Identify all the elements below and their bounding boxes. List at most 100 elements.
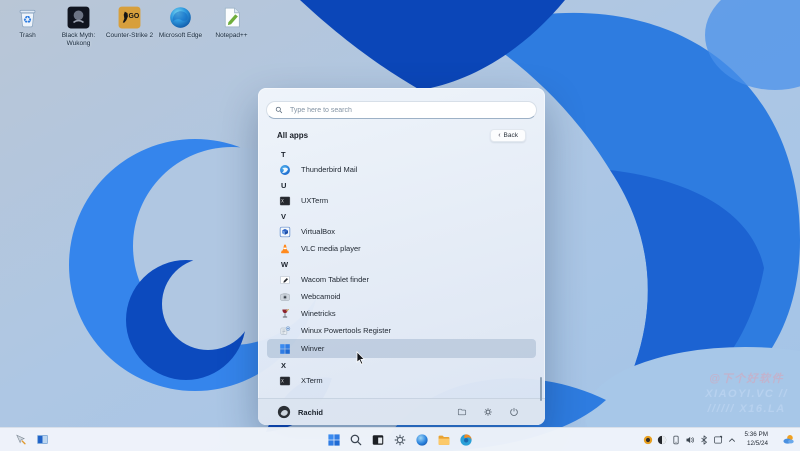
app-item-label: Winux Powertools Register — [301, 326, 392, 335]
app-item-winver[interactable]: Winver — [267, 339, 536, 358]
section-letter-w[interactable]: W — [267, 257, 536, 271]
windows-11-desktop: ♻ Trash Black Myth: Wukong GO Counter-Strike… — [0, 0, 800, 451]
desktop-icon-label: Trash — [19, 32, 36, 39]
app-item-label: Thunderbird Mail — [301, 165, 358, 174]
app-item-vlc-media-player[interactable]: VLC media player — [267, 240, 536, 257]
desktop-icon-black-myth-wukong[interactable]: Black Myth: Wukong — [53, 5, 104, 48]
back-button-label: Back — [503, 132, 518, 139]
taskbar-left — [14, 428, 49, 451]
desktop-icon-label: Counter-Strike 2 — [105, 32, 154, 39]
start-footer-icons — [457, 407, 519, 417]
wacom-tablet-icon — [279, 274, 291, 286]
edge-sphere-icon — [415, 433, 429, 447]
phone-link-icon[interactable] — [671, 435, 681, 445]
browser-button[interactable] — [458, 432, 474, 448]
microsoft-edge-icon — [168, 5, 193, 30]
start-menu-footer: Rachid — [258, 398, 545, 425]
app-item-wacom-tablet-finder[interactable]: Wacom Tablet finder — [267, 271, 536, 288]
xterm-icon: X — [279, 375, 291, 387]
system-tray: 5:36 PM 12/5/24 — [643, 428, 795, 451]
virtual-desktop-icon[interactable] — [36, 433, 49, 446]
chevron-up-icon[interactable] — [727, 435, 737, 445]
app-item-label: XTerm — [301, 376, 323, 385]
search-icon — [349, 433, 363, 447]
user-profile-button[interactable]: Rachid — [277, 405, 323, 419]
winetricks-icon — [279, 308, 291, 320]
app-item-label: UXTerm — [301, 196, 329, 205]
svg-text:♻: ♻ — [23, 15, 32, 26]
start-button[interactable] — [326, 432, 342, 448]
tray-dark-app-icon[interactable] — [657, 435, 667, 445]
start-search-box[interactable] — [266, 101, 537, 119]
taskbar-center — [326, 428, 474, 451]
app-item-label: Wacom Tablet finder — [301, 275, 369, 284]
section-letter-x[interactable]: X — [267, 358, 536, 372]
taskbar: 5:36 PM 12/5/24 — [0, 427, 800, 451]
volume-icon[interactable] — [685, 435, 695, 445]
section-letter-t[interactable]: T — [267, 147, 536, 161]
desktop-icon-label: Microsoft Edge — [158, 32, 203, 39]
search-input[interactable] — [288, 105, 528, 115]
all-apps-title: All apps — [277, 131, 309, 140]
app-item-winux-powertools-register[interactable]: Winux Powertools Register — [267, 322, 536, 339]
settings-button[interactable] — [392, 432, 408, 448]
all-apps-list: T Thunderbird Mail U X UXTerm V VirtualBox VLC … — [265, 147, 542, 401]
settings-gear-icon — [393, 433, 407, 447]
edge-button[interactable] — [414, 432, 430, 448]
webcamoid-icon — [279, 291, 291, 303]
desktop-icon-label: Notepad++ — [215, 32, 248, 39]
desktop-icon-trash[interactable]: ♻ Trash — [2, 5, 53, 48]
svg-text:GO: GO — [129, 13, 140, 20]
desktop-icon-microsoft-edge[interactable]: Microsoft Edge — [155, 5, 206, 48]
section-letter-v[interactable]: V — [267, 209, 536, 223]
winux-powertools-icon — [279, 325, 291, 337]
terminal-button[interactable] — [370, 432, 386, 448]
bluetooth-icon[interactable] — [699, 434, 709, 445]
app-item-thunderbird-mail[interactable]: Thunderbird Mail — [267, 161, 536, 178]
app-item-label: Webcamoid — [301, 292, 341, 301]
app-item-label: VirtualBox — [301, 227, 336, 236]
app-item-uxterm[interactable]: X UXTerm — [267, 192, 536, 209]
tray-orange-app-icon[interactable] — [643, 435, 653, 445]
file-explorer-button[interactable] — [436, 432, 452, 448]
notepad-plus-plus-icon — [219, 5, 244, 30]
thunderbird-icon — [279, 164, 291, 176]
desktop-icons: ♻ Trash Black Myth: Wukong GO Counter-Strike… — [2, 5, 257, 48]
back-button[interactable]: ‹ Back — [490, 129, 526, 142]
app-item-label: VLC media player — [301, 244, 361, 253]
windows-logo-icon — [327, 433, 341, 447]
recycle-bin-icon: ♻ — [15, 5, 40, 30]
windows-logo-icon — [279, 343, 291, 355]
section-letter-u[interactable]: U — [267, 178, 536, 192]
app-item-webcamoid[interactable]: Webcamoid — [267, 288, 536, 305]
taskbar-clock[interactable]: 5:36 PM 12/5/24 — [745, 431, 768, 447]
pen-cursor-icon[interactable] — [14, 433, 27, 446]
search-icon — [275, 106, 283, 114]
desktop-icon-counter-strike-2[interactable]: GO Counter-Strike 2 — [104, 5, 155, 48]
search-button[interactable] — [348, 432, 364, 448]
scrollbar-thumb[interactable] — [540, 377, 542, 401]
tray-square-icon[interactable] — [713, 435, 723, 445]
desktop-icon-label: Black Myth: Wukong — [61, 32, 96, 47]
clock-time: 5:36 PM — [744, 431, 768, 439]
user-avatar — [277, 405, 291, 419]
power-button[interactable] — [509, 407, 519, 417]
settings-gear-button[interactable] — [483, 407, 493, 417]
vlc-icon — [279, 243, 291, 255]
user-name: Rachid — [298, 407, 324, 417]
uxterm-icon: X — [279, 195, 291, 207]
weather-icon[interactable] — [782, 433, 795, 446]
virtualbox-icon — [279, 226, 291, 238]
chevron-left-icon: ‹ — [498, 132, 501, 139]
terminal-icon — [371, 433, 385, 447]
file-explorer-icon — [437, 433, 451, 447]
desktop-icon-notepad[interactable]: Notepad++ — [206, 5, 257, 48]
app-item-label: Winetricks — [301, 309, 336, 318]
app-item-winetricks[interactable]: Winetricks — [267, 305, 536, 322]
clock-date: 12/5/24 — [746, 439, 768, 447]
folder-button[interactable] — [457, 407, 467, 417]
app-item-label: Winver — [301, 344, 325, 353]
app-item-xterm[interactable]: X XTerm — [267, 372, 536, 389]
app-item-virtualbox[interactable]: VirtualBox — [267, 223, 536, 240]
firefox-icon — [459, 433, 473, 447]
